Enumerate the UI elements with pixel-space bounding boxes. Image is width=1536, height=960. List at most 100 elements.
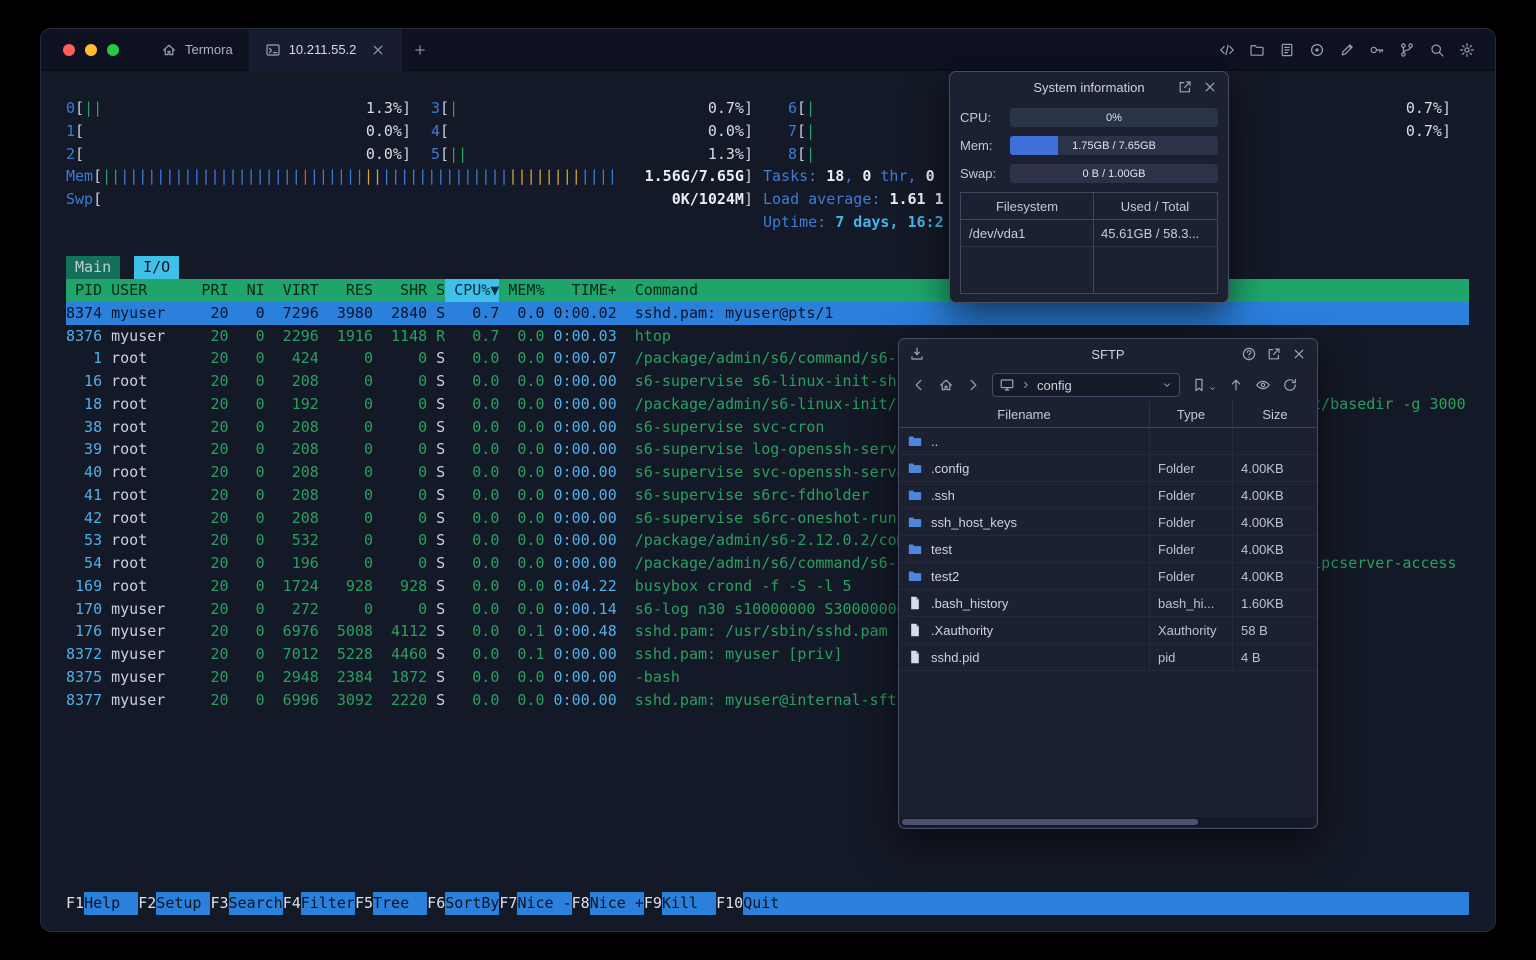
settings-icon[interactable] [1459,42,1475,58]
column-header-virt[interactable]: VIRT [265,279,319,302]
snippets-icon[interactable] [1279,42,1295,58]
close-window-button[interactable] [63,43,75,56]
file-row[interactable]: .Xauthority Xauthority 58 B [899,617,1317,644]
cell-ni: 0 [255,417,265,436]
file-type: bash_hi... [1150,590,1233,616]
fnkey-F1: F1 [66,894,85,913]
fnlabel-F1[interactable]: Help [84,892,139,915]
column-header-mem[interactable]: MEM% [499,279,544,302]
home-dir-icon[interactable] [938,377,954,393]
column-header-pri[interactable]: PRI [192,279,228,302]
show-hidden-icon[interactable] [1255,377,1271,393]
file-row[interactable]: .bash_history bash_hi... 1.60KB [899,590,1317,617]
cell-mem: 0.0 [517,463,545,481]
path-dropdown-icon[interactable] [1161,379,1173,391]
mem-line: Mem[||||||||||||||||||||||||||||||||||||… [66,165,1469,188]
memory-meter: Mem[||||||||||||||||||||||||||||||||||||… [66,167,753,186]
column-header-cmd[interactable]: Command [635,279,698,302]
back-icon[interactable] [911,377,927,393]
tab-session[interactable]: 10.211.55.2 [248,29,403,71]
fnkey-F4: F4 [282,894,301,913]
file-name: .config [931,460,970,476]
type-column-header[interactable]: Type [1150,401,1233,427]
file-row[interactable]: sshd.pid pid 4 B [899,644,1317,671]
cell-user: root [111,372,148,390]
refresh-icon[interactable] [1282,377,1298,393]
code-icon[interactable] [1219,42,1235,58]
cell-time: 0:00.02 [553,303,617,322]
fnlabel-F4[interactable]: Filter [300,892,355,915]
htop-tab-main[interactable]: Main [66,256,121,279]
file-table-header[interactable]: Filename Type Size [899,401,1317,428]
scrollbar-thumb[interactable] [902,819,1198,825]
cell-cpu: 0.0 [472,394,500,413]
bookmark-button[interactable] [1191,377,1217,393]
cpu-meter-5: 5[|| 1.3%] [431,144,753,163]
column-header-pid[interactable]: PID [66,279,102,302]
file-size: 4 B [1241,650,1261,665]
cell-ni: 0 [255,394,265,413]
fnlabel-F7[interactable]: Nice - [517,892,572,915]
parent-dir-icon[interactable] [1228,377,1244,393]
file-row[interactable]: .. [899,428,1317,455]
edit-icon[interactable] [1339,42,1355,58]
branch-icon[interactable] [1399,42,1415,58]
horizontal-scrollbar[interactable] [900,817,1316,827]
close-panel-icon[interactable] [1291,346,1307,362]
fnlabel-F10[interactable]: Quit [743,892,798,915]
close-panel-icon[interactable] [1202,79,1218,95]
column-header-cpu[interactable]: CPU%▼ [445,279,500,302]
transfers-icon[interactable] [909,346,925,362]
key-icon[interactable] [1369,42,1385,58]
process-row[interactable]: 8374 myuser 20 0 7296 3980 2840 S 0.7 0.0 0:00.02 s… [66,301,1469,325]
cell-res: 0 [363,349,373,368]
folder-icon[interactable] [1249,42,1265,58]
column-header-user[interactable]: USER [102,279,192,302]
help-icon[interactable] [1241,346,1257,362]
file-row[interactable]: .ssh Folder 4.00KB [899,482,1317,509]
cell-s: S [436,622,446,641]
cell-virt: 1724 [282,576,319,595]
cpu-meter-1: 1[0.0%] [66,121,411,140]
record-icon[interactable] [1309,42,1325,58]
mem-usage-row: Mem: 1.75GB / 7.65GB [960,136,1218,155]
cell-res: 0 [363,372,373,390]
tab-home[interactable]: Termora [145,29,249,71]
fnlabel-F5[interactable]: Tree [373,892,428,915]
cell-time: 0:00.00 [553,690,617,709]
new-tab-button[interactable] [402,29,438,71]
fnlabel-F9[interactable]: Kill [661,892,717,915]
column-header-time[interactable]: TIME+ [545,279,617,302]
fnlabel-F3[interactable]: Search [228,892,283,915]
file-name: ssh_host_keys [931,514,1017,530]
forward-icon[interactable] [965,377,981,393]
cell-user: myuser [111,645,166,663]
file-row[interactable]: .config Folder 4.00KB [899,455,1317,482]
htop-tab-io[interactable]: I/O [134,256,180,279]
cell-time: 0:00.48 [553,622,617,641]
column-header-ni[interactable]: NI [229,279,265,302]
file-row[interactable]: test Folder 4.00KB [899,536,1317,563]
process-table-header[interactable]: PID USER PRI NI VIRT RES SHR S CPU%▼ MEM% TIME+ Com… [66,279,1469,302]
open-in-window-icon[interactable] [1266,346,1282,362]
column-header-shr[interactable]: SHR [373,279,427,302]
open-in-window-icon[interactable] [1177,79,1193,95]
close-tab-icon[interactable] [370,42,386,58]
zoom-window-button[interactable] [107,43,119,56]
fnlabel-F6[interactable]: SortBy [445,892,500,915]
cell-user: root [111,531,148,550]
size-column-header[interactable]: Size [1233,401,1317,427]
file-row[interactable]: ssh_host_keys Folder 4.00KB [899,509,1317,536]
file-row[interactable]: test2 Folder 4.00KB [899,563,1317,590]
column-header-res[interactable]: RES [319,279,373,302]
cell-s: S [436,372,446,390]
filename-column-header[interactable]: Filename [899,401,1150,427]
minimize-window-button[interactable] [85,43,97,56]
cell-cpu: 0.0 [472,667,500,686]
cell-user: myuser [111,326,166,345]
column-header-s[interactable]: S [427,279,445,302]
search-icon[interactable] [1429,42,1445,58]
fnlabel-F8[interactable]: Nice + [589,892,644,915]
fnlabel-F2[interactable]: Setup [156,892,211,915]
path-breadcrumb[interactable]: config [992,373,1180,397]
